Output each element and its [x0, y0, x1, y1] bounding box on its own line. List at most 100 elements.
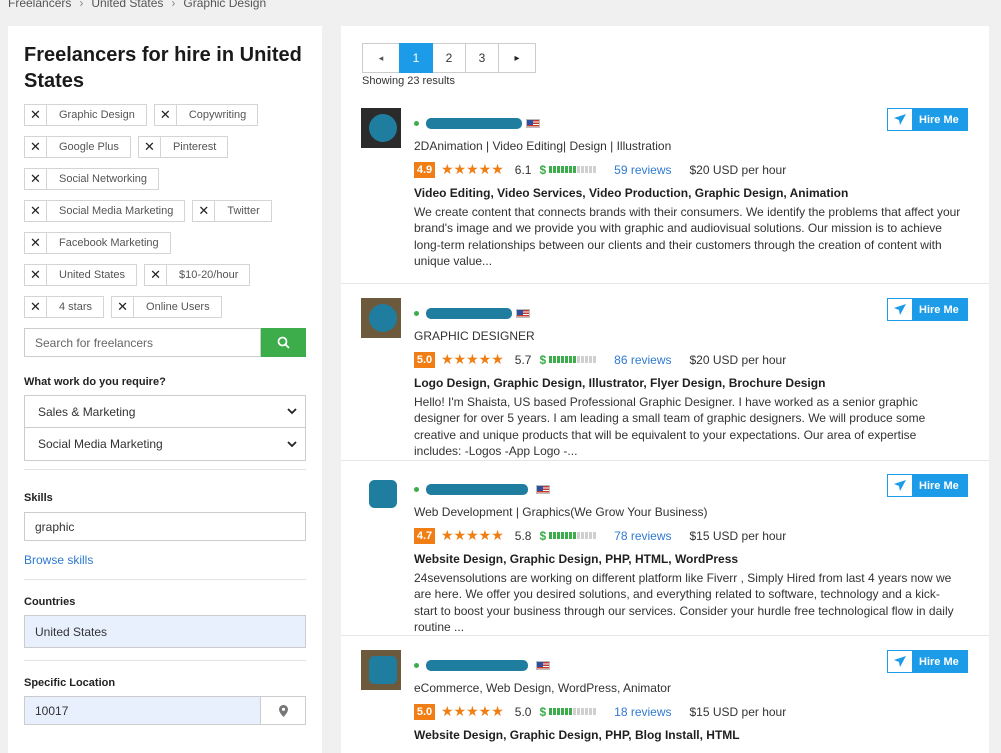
hire-me-label: Hire Me [919, 113, 959, 126]
remove-filter-icon[interactable]: ✕ [25, 201, 47, 221]
breadcrumb-united-states[interactable]: United States [91, 0, 163, 10]
avatar[interactable] [361, 474, 401, 514]
freelancer-name-redacted[interactable] [426, 307, 512, 319]
subcategory-select[interactable]: Social Media Marketing [24, 428, 306, 461]
filter-chip: ✕ Copywriting [153, 104, 259, 126]
filter-chip-label: Copywriting [188, 109, 247, 121]
filter-chip-row: ✕ 4 stars ✕ Online Users [24, 296, 306, 318]
rating-badge: 4.9 [414, 161, 435, 178]
earnings-bar-segment [561, 356, 565, 363]
earnings-bar-segment [549, 166, 553, 173]
earnings-bar-segment [593, 166, 597, 173]
hire-me-button[interactable]: Hire Me [887, 108, 968, 131]
remove-filter-icon[interactable]: ✕ [25, 105, 47, 125]
pagination-page-3[interactable]: 3 [465, 43, 499, 73]
pagination-page-1[interactable]: 1 [399, 43, 433, 73]
location-value: 10017 [35, 703, 69, 718]
breadcrumb-freelancers[interactable]: Freelancers [8, 0, 71, 10]
remove-filter-icon[interactable]: ✕ [193, 201, 216, 221]
filter-chip: ✕ Graphic Design [24, 104, 147, 126]
divider [24, 469, 306, 470]
earnings-bar-segment [561, 166, 565, 173]
earnings-bar-segment [561, 532, 565, 539]
search-button[interactable] [261, 328, 306, 357]
browse-skills-link[interactable]: Browse skills [24, 553, 306, 567]
rating-badge: 5.0 [414, 351, 435, 368]
pagination-next[interactable]: ▸ [498, 43, 536, 73]
filter-chip: ✕ 4 stars [24, 296, 105, 318]
location-pin-button[interactable] [261, 696, 306, 725]
remove-filter-icon[interactable]: ✕ [155, 105, 177, 125]
earnings-bar-segment [573, 356, 577, 363]
freelancer-tagline: GRAPHIC DESIGNER [414, 329, 535, 343]
earnings-bar-segment [581, 166, 585, 173]
pagination-prev[interactable]: ◂ [362, 43, 400, 73]
results-panel: ◂ 1 2 3 ▸ Showing 23 results 2DAnimation… [341, 26, 989, 753]
dollar-icon: $ [539, 162, 547, 177]
freelancer-stats: 4.7 ★★★★★ 5.8 $ 78 reviews $15 USD per h… [414, 527, 786, 544]
earnings-bar-segment [581, 356, 585, 363]
filter-chip: ✕ $10-20/hour [144, 264, 251, 286]
remove-filter-icon[interactable]: ✕ [25, 297, 47, 317]
remove-filter-icon[interactable]: ✕ [25, 265, 47, 285]
freelancer-stats: 4.9 ★★★★★ 6.1 $ 59 reviews $20 USD per h… [414, 161, 786, 178]
breadcrumb-separator: › [171, 0, 176, 10]
freelancer-name-redacted[interactable] [426, 117, 522, 129]
freelancer-stats: 5.0 ★★★★★ 5.0 $ 18 reviews $15 USD per h… [414, 703, 786, 720]
avatar[interactable] [361, 298, 401, 338]
filter-chip-label: 4 stars [59, 301, 93, 313]
location-input[interactable]: 10017 [24, 696, 261, 725]
avatar[interactable] [361, 650, 401, 690]
avatar-redacted [369, 656, 397, 684]
remove-filter-icon[interactable]: ✕ [25, 137, 47, 157]
chevron-down-icon [287, 408, 297, 415]
earnings-bar-segment [565, 166, 569, 173]
hire-me-button[interactable]: Hire Me [887, 298, 968, 321]
filter-sidebar: Freelancers for hire in United States ✕ G… [8, 26, 322, 753]
remove-filter-icon[interactable]: ✕ [25, 233, 47, 253]
skills-input[interactable]: graphic [24, 512, 306, 541]
freelancer-skills: Website Design, Graphic Design, PHP, Blo… [414, 728, 740, 742]
earnings-bar-segment [565, 708, 569, 715]
star-rating-icon: ★★★★★ [441, 703, 504, 719]
avatar[interactable] [361, 108, 401, 148]
freelancer-name-redacted[interactable] [426, 483, 528, 495]
filter-chip-label: Google Plus [59, 141, 119, 153]
hire-me-button[interactable]: Hire Me [887, 474, 968, 497]
results-count: Showing 23 results [362, 75, 455, 87]
search-icon [277, 336, 290, 349]
filter-chip-label: Graphic Design [59, 109, 135, 121]
remove-filter-icon[interactable]: ✕ [112, 297, 135, 317]
hire-me-button[interactable]: Hire Me [887, 650, 968, 673]
reviews-link[interactable]: 59 reviews [614, 163, 671, 177]
earnings-bar-segment [593, 532, 597, 539]
freelancer-name-redacted[interactable] [426, 659, 528, 671]
earnings-bar-segment [577, 166, 581, 173]
divider [24, 660, 306, 661]
dollar-icon: $ [539, 352, 547, 367]
category-select[interactable]: Sales & Marketing [24, 395, 306, 428]
earnings-bar-segment [553, 532, 557, 539]
remove-filter-icon[interactable]: ✕ [139, 137, 161, 157]
freelancer-card: eCommerce, Web Design, WordPress, Animat… [341, 650, 989, 753]
reviews-link[interactable]: 78 reviews [614, 529, 671, 543]
remove-filter-icon[interactable]: ✕ [145, 265, 168, 285]
countries-input[interactable]: United States [24, 615, 306, 648]
filter-chip: ✕ Social Media Marketing [24, 200, 186, 222]
search-input[interactable] [24, 328, 261, 357]
chevron-down-icon [287, 440, 297, 447]
skills-value: graphic [35, 519, 75, 534]
send-icon [888, 109, 912, 130]
filter-chip-label: $10-20/hour [179, 269, 239, 281]
breadcrumb-graphic-design[interactable]: Graphic Design [183, 0, 266, 10]
online-status-icon [414, 486, 419, 492]
filter-chip-label: Social Networking [59, 173, 148, 185]
reviews-link[interactable]: 86 reviews [614, 353, 671, 367]
pagination-page-2[interactable]: 2 [432, 43, 466, 73]
earnings-bar-segment [569, 532, 573, 539]
hire-me-label: Hire Me [919, 655, 959, 668]
earnings-bar-segment [589, 532, 593, 539]
reviews-link[interactable]: 18 reviews [614, 705, 671, 719]
online-status-icon [414, 310, 419, 316]
remove-filter-icon[interactable]: ✕ [25, 169, 47, 189]
